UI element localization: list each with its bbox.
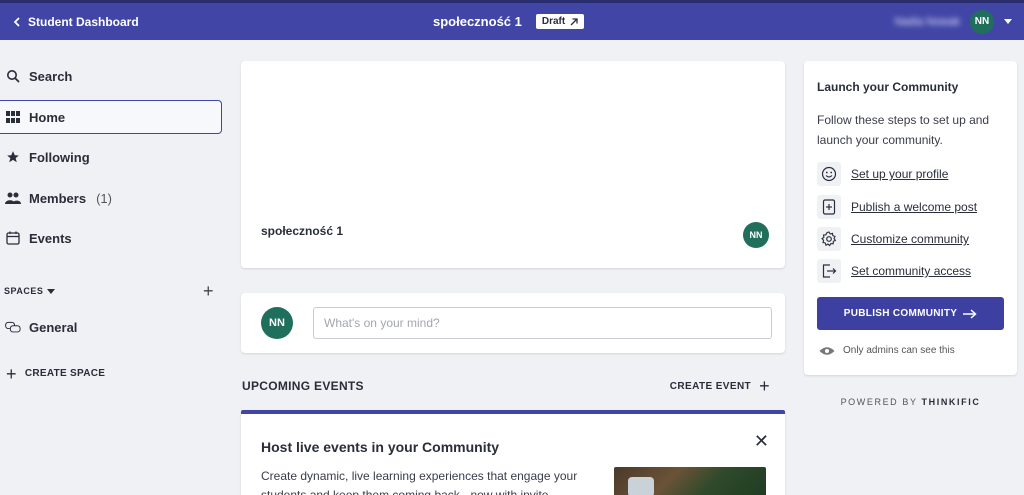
step-label: Set community access bbox=[851, 264, 972, 278]
members-icon bbox=[5, 190, 21, 206]
search-icon bbox=[5, 68, 21, 84]
sidebar-item-following[interactable]: Following bbox=[0, 140, 222, 174]
spaces-label: SPACES bbox=[4, 286, 44, 296]
sidebar-item-label: Following bbox=[29, 149, 90, 165]
launch-community-panel: Launch your Community Follow these steps… bbox=[804, 61, 1017, 375]
draft-label: Draft bbox=[541, 16, 566, 27]
chat-bubbles-icon bbox=[5, 319, 21, 335]
publish-community-button[interactable]: PUBLISH COMMUNITY bbox=[817, 297, 1004, 330]
user-name: Nadia Nowak bbox=[894, 15, 960, 28]
step-setup-profile[interactable]: Set up your profile bbox=[817, 162, 948, 186]
sidebar-item-label: Events bbox=[29, 230, 72, 246]
post-input[interactable] bbox=[313, 307, 772, 339]
smiley-icon bbox=[817, 162, 841, 186]
admin-only-note: Only admins can see this bbox=[819, 345, 955, 356]
powered-by: POWERED BY THINKIFIC bbox=[804, 397, 1017, 407]
avatar: NN bbox=[261, 307, 293, 339]
gear-icon bbox=[817, 227, 841, 251]
step-label: Publish a welcome post bbox=[851, 200, 978, 214]
document-plus-icon bbox=[817, 195, 841, 219]
add-space-icon[interactable]: + bbox=[203, 282, 214, 300]
admin-note-text: Only admins can see this bbox=[843, 345, 955, 356]
caret-down-icon bbox=[47, 288, 56, 294]
back-label: Student Dashboard bbox=[28, 14, 139, 29]
sidebar-item-members[interactable]: Members (1) bbox=[0, 181, 222, 215]
spaces-header: SPACES + bbox=[4, 282, 214, 300]
upcoming-events-header: UPCOMING EVENTS CREATE EVENT + bbox=[242, 376, 770, 396]
publish-label: PUBLISH COMMUNITY bbox=[843, 308, 958, 319]
arrow-right-icon bbox=[963, 308, 977, 319]
step-label: Set up your profile bbox=[851, 167, 949, 181]
community-title-group: społeczność 1 Draft bbox=[433, 3, 585, 40]
grid-icon bbox=[5, 109, 21, 125]
sidebar-item-home[interactable]: Home bbox=[0, 100, 222, 134]
members-count: (1) bbox=[96, 190, 112, 206]
promo-image bbox=[614, 467, 766, 495]
section-title: UPCOMING EVENTS bbox=[242, 379, 364, 393]
powered-prefix: POWERED BY bbox=[840, 397, 918, 407]
sidebar-item-general[interactable]: General bbox=[0, 310, 222, 344]
star-icon bbox=[5, 149, 21, 165]
launch-description: Follow these steps to set up and launch … bbox=[817, 113, 990, 147]
community-hero-card: społeczność 1 NN bbox=[241, 61, 785, 268]
avatar[interactable]: NN bbox=[743, 222, 769, 248]
top-bar: Student Dashboard społeczność 1 Draft Na… bbox=[0, 0, 1024, 40]
eye-icon bbox=[819, 346, 835, 355]
sidebar-item-search[interactable]: Search bbox=[0, 59, 222, 93]
plus-icon: + bbox=[759, 376, 770, 396]
create-event-label: CREATE EVENT bbox=[669, 380, 752, 392]
spaces-toggle[interactable]: SPACES bbox=[4, 286, 56, 296]
door-exit-icon bbox=[817, 259, 841, 283]
close-icon[interactable]: ✕ bbox=[754, 432, 769, 450]
avatar[interactable]: NN bbox=[970, 9, 994, 34]
create-event-button[interactable]: CREATE EVENT + bbox=[669, 376, 770, 396]
live-events-promo-card: Host live events in your Community ✕ Cre… bbox=[241, 410, 785, 495]
step-access[interactable]: Set community access bbox=[817, 259, 971, 283]
plus-icon: + bbox=[6, 363, 17, 384]
step-welcome-post[interactable]: Publish a welcome post bbox=[817, 195, 977, 219]
promo-title: Host live events in your Community bbox=[261, 439, 500, 455]
hero-title: społeczność 1 bbox=[261, 224, 344, 238]
chevron-down-icon[interactable] bbox=[1004, 19, 1012, 24]
sidebar-item-label: Home bbox=[29, 109, 66, 125]
step-customize[interactable]: Customize community bbox=[817, 227, 969, 251]
promo-body: Create dynamic, live learning experience… bbox=[261, 469, 578, 495]
sidebar-item-label: General bbox=[29, 319, 78, 335]
back-to-dashboard-link[interactable]: Student Dashboard bbox=[12, 3, 139, 40]
launch-title: Launch your Community bbox=[817, 80, 959, 94]
sidebar: Search Home Following Members (1) Events… bbox=[0, 40, 228, 495]
create-space-label: CREATE SPACE bbox=[24, 368, 106, 379]
draft-badge[interactable]: Draft bbox=[535, 14, 585, 29]
post-composer: NN bbox=[241, 293, 785, 353]
user-menu[interactable]: Nadia Nowak NN bbox=[895, 3, 1012, 40]
brand-name: THINKIFIC bbox=[921, 397, 981, 407]
sidebar-item-label: Members bbox=[29, 190, 87, 206]
calendar-icon bbox=[5, 230, 21, 246]
step-label: Customize community bbox=[851, 232, 970, 246]
create-space-button[interactable]: + CREATE SPACE bbox=[6, 363, 106, 384]
community-title: społeczność 1 bbox=[433, 14, 522, 29]
chevron-left-icon bbox=[13, 16, 20, 27]
sidebar-item-events[interactable]: Events bbox=[0, 221, 222, 255]
external-arrow-icon bbox=[570, 17, 578, 25]
sidebar-item-label: Search bbox=[29, 68, 73, 84]
